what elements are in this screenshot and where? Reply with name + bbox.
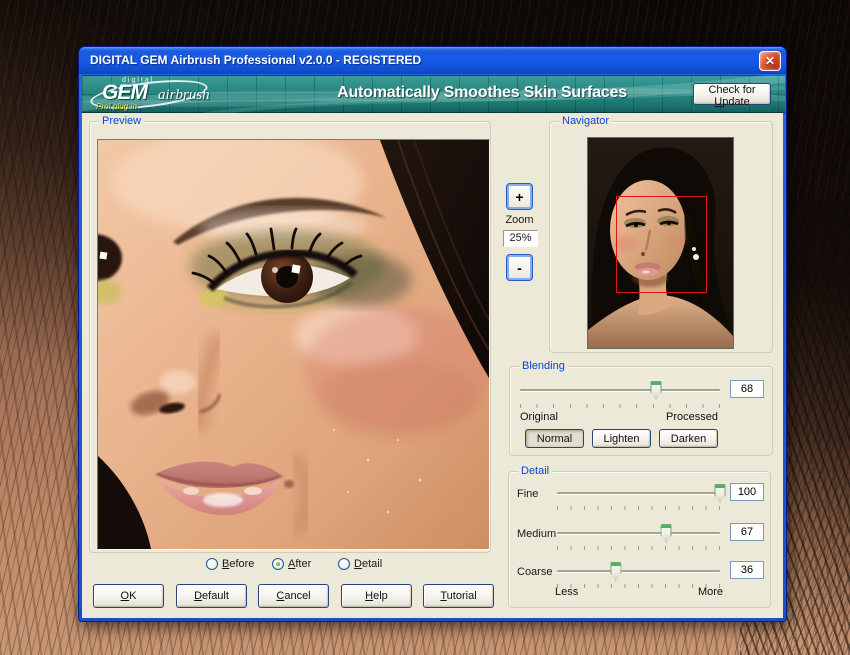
medium-label: Medium <box>517 528 556 540</box>
banner-headline: Automatically Smoothes Skin Surfaces <box>287 84 677 102</box>
fine-slider[interactable] <box>557 484 720 504</box>
fine-slider-ticks <box>557 506 721 510</box>
coarse-slider-thumb[interactable] <box>610 562 621 581</box>
banner: digital GEM airbrush Pro! plug-in Automa… <box>82 75 785 113</box>
blending-slider-track[interactable] <box>520 389 720 391</box>
radio-circle-icon <box>272 558 284 570</box>
fine-slider-track[interactable] <box>557 492 720 494</box>
tutorial-button[interactable]: Tutorial <box>423 584 494 608</box>
coarse-value-input[interactable] <box>730 561 764 579</box>
darken-button[interactable]: Darken <box>659 429 718 448</box>
title-bar[interactable]: DIGITAL GEM Airbrush Professional v2.0.0… <box>79 47 786 74</box>
medium-slider-ticks <box>557 546 721 550</box>
radio-circle-icon <box>338 558 350 570</box>
cancel-button[interactable]: Cancel <box>258 584 329 608</box>
coarse-slider-ticks <box>557 584 721 588</box>
medium-slider-track[interactable] <box>557 532 720 534</box>
help-button[interactable]: Help <box>341 584 412 608</box>
detail-group-label: Detail <box>518 465 552 477</box>
window-title: DIGITAL GEM Airbrush Professional v2.0.0… <box>90 47 421 73</box>
detail-group: Detail Fine Medium Coarse <box>508 471 771 608</box>
blending-slider-thumb[interactable] <box>651 381 662 400</box>
blending-group-label: Blending <box>519 360 568 372</box>
logo-plugin-text: Pro! plug-in <box>96 102 137 111</box>
normal-button[interactable]: Normal <box>525 429 584 448</box>
coarse-slider-track[interactable] <box>557 570 720 572</box>
preview-group-label: Preview <box>99 115 144 127</box>
radio-circle-icon <box>206 558 218 570</box>
screen: DIGITAL GEM Airbrush Professional v2.0.0… <box>0 0 850 655</box>
dialog-body: Preview <box>82 113 783 618</box>
blending-min-label: Original <box>520 411 558 423</box>
blending-max-label: Processed <box>666 411 718 423</box>
check-for-update-button[interactable]: Check for Update <box>693 83 771 105</box>
navigator-group: Navigator <box>549 121 773 353</box>
zoom-out-button[interactable]: - <box>506 254 533 281</box>
medium-slider-thumb[interactable] <box>661 524 672 543</box>
navigator-selection-rect[interactable] <box>616 196 707 293</box>
detail-max-label: More <box>698 586 723 598</box>
logo-airbrush-text: airbrush <box>158 87 210 104</box>
zoom-value: 25% <box>503 230 538 247</box>
medium-value-input[interactable] <box>730 523 764 541</box>
gem-logo: digital GEM airbrush Pro! plug-in <box>88 76 253 112</box>
preview-image[interactable] <box>97 139 490 550</box>
coarse-slider[interactable] <box>557 562 720 582</box>
detail-min-label: Less <box>555 586 578 598</box>
close-button[interactable]: ✕ <box>759 51 781 71</box>
plus-icon: + <box>515 189 523 205</box>
medium-slider[interactable] <box>557 524 720 544</box>
dialog-window: DIGITAL GEM Airbrush Professional v2.0.0… <box>78 46 787 622</box>
radio-detail[interactable]: Detail <box>338 557 382 571</box>
navigator-group-label: Navigator <box>559 115 612 127</box>
blending-group: Blending Original Processed Normal Light… <box>509 366 773 456</box>
radio-after[interactable]: After <box>272 557 311 571</box>
coarse-label: Coarse <box>517 566 552 578</box>
zoom-in-button[interactable]: + <box>506 183 533 210</box>
blending-value-input[interactable] <box>730 380 764 398</box>
default-button[interactable]: Default <box>176 584 247 608</box>
close-icon: ✕ <box>765 54 775 68</box>
zoom-label: Zoom <box>495 214 544 226</box>
navigator-thumbnail <box>587 137 734 349</box>
minus-icon: - <box>517 260 522 276</box>
blending-slider[interactable] <box>520 381 720 401</box>
fine-label: Fine <box>517 488 538 500</box>
ok-button[interactable]: OK <box>93 584 164 608</box>
radio-before[interactable]: Before <box>206 557 254 571</box>
blending-slider-ticks <box>520 404 721 408</box>
fine-slider-thumb[interactable] <box>715 484 726 503</box>
lighten-button[interactable]: Lighten <box>592 429 651 448</box>
fine-value-input[interactable] <box>730 483 764 501</box>
preview-face-art <box>98 140 489 549</box>
